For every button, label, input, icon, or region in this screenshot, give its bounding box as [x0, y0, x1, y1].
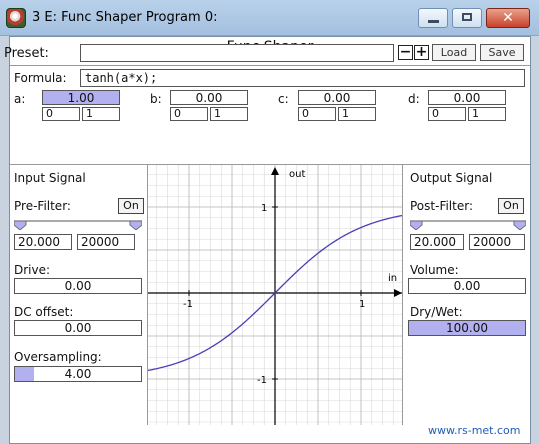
postfilter-toggle[interactable]: On — [498, 198, 524, 214]
drive-value: 0.00 — [64, 279, 92, 293]
param-d-min[interactable]: 0 — [428, 107, 466, 121]
param-c-max[interactable]: 1 — [338, 107, 376, 121]
param-b-value: 0.00 — [195, 91, 223, 105]
y-axis-arrow — [271, 167, 279, 175]
param-a-max[interactable]: 1 — [82, 107, 120, 121]
preset-field[interactable] — [80, 44, 394, 62]
formula-label: Formula: — [14, 71, 67, 85]
postfilter-label: Post-Filter: — [410, 199, 473, 213]
dc-offset-slider[interactable]: 0.00 — [14, 320, 142, 336]
postfilter-high-freq[interactable]: 20000 — [469, 234, 525, 250]
prefilter-label: Pre-Filter: — [14, 199, 71, 213]
param-c-min[interactable]: 0 — [298, 107, 336, 121]
param-b-max[interactable]: 1 — [210, 107, 248, 121]
param-b-label: b: — [150, 92, 162, 106]
postfilter-range-track — [410, 220, 526, 230]
y-tick-label: -1 — [257, 375, 267, 386]
preset-label: Preset: — [4, 46, 49, 61]
oversampling-slider[interactable]: 4.00 — [14, 366, 142, 382]
prefilter-high-freq[interactable]: 20000 — [77, 234, 135, 250]
param-d-value: 0.00 — [453, 91, 481, 105]
transfer-curve-canvas: in out -1 1 1 -1 — [147, 165, 403, 425]
prefilter-low-freq[interactable]: 20.000 — [14, 234, 72, 250]
divider — [10, 65, 530, 66]
dry-wet-value: 100.00 — [446, 321, 488, 335]
maximize-button[interactable] — [452, 8, 482, 28]
param-a-slider[interactable]: 1.00 — [42, 90, 120, 105]
window-title: 3 E: Func Shaper Program 0: — [32, 10, 218, 25]
prefilter-toggle[interactable]: On — [118, 198, 144, 214]
x-axis-label: in — [388, 273, 397, 284]
drive-slider[interactable]: 0.00 — [14, 278, 142, 294]
close-icon: ✕ — [502, 10, 514, 26]
dc-offset-label: DC offset: — [14, 305, 74, 319]
website-link[interactable]: www.rs-met.com — [428, 424, 521, 437]
oversampling-label: Oversampling: — [14, 350, 102, 364]
window-titlebar[interactable]: 3 E: Func Shaper Program 0: ✕ — [0, 0, 539, 36]
formula-field[interactable]: tanh(a*x); — [80, 69, 525, 87]
drive-label: Drive: — [14, 263, 51, 277]
x-tick-label: 1 — [359, 299, 365, 310]
param-d-max[interactable]: 1 — [468, 107, 506, 121]
param-c-label: c: — [278, 92, 289, 106]
param-b-min[interactable]: 0 — [170, 107, 208, 121]
close-button[interactable]: ✕ — [486, 8, 530, 28]
dry-wet-label: Dry/Wet: — [410, 305, 463, 319]
param-d-label: d: — [408, 92, 420, 106]
param-a-value: 1.00 — [67, 91, 95, 105]
oversampling-value: 4.00 — [64, 367, 92, 381]
input-signal-title: Input Signal — [14, 171, 86, 185]
transfer-function-plot[interactable]: in out -1 1 1 -1 — [147, 165, 403, 425]
preset-next-button[interactable]: + — [414, 45, 429, 60]
y-tick-label: 1 — [261, 203, 267, 214]
volume-slider[interactable]: 0.00 — [408, 278, 526, 294]
param-a-label: a: — [14, 92, 26, 106]
param-c-value: 0.00 — [323, 91, 351, 105]
prefilter-range-slider[interactable] — [14, 220, 142, 230]
prefilter-range-track — [14, 220, 142, 230]
save-button[interactable]: Save — [480, 44, 524, 61]
minimize-icon — [428, 20, 439, 23]
load-button[interactable]: Load — [432, 44, 476, 61]
app-icon — [6, 8, 26, 28]
volume-value: 0.00 — [453, 279, 481, 293]
param-c-slider[interactable]: 0.00 — [298, 90, 376, 105]
dry-wet-slider[interactable]: 100.00 — [408, 320, 526, 336]
x-tick-label: -1 — [183, 299, 193, 310]
param-d-slider[interactable]: 0.00 — [428, 90, 506, 105]
dc-offset-value: 0.00 — [64, 321, 92, 335]
maximize-icon — [462, 13, 472, 21]
param-a-min[interactable]: 0 — [42, 107, 80, 121]
postfilter-low-freq[interactable]: 20.000 — [410, 234, 464, 250]
y-axis-label: out — [289, 169, 305, 180]
x-axis-arrow — [394, 289, 402, 297]
output-signal-title: Output Signal — [410, 171, 493, 185]
param-b-slider[interactable]: 0.00 — [170, 90, 248, 105]
preset-previous-button[interactable]: − — [398, 45, 413, 60]
minimize-button[interactable] — [418, 8, 448, 28]
postfilter-range-slider[interactable] — [410, 220, 526, 230]
volume-label: Volume: — [410, 263, 459, 277]
